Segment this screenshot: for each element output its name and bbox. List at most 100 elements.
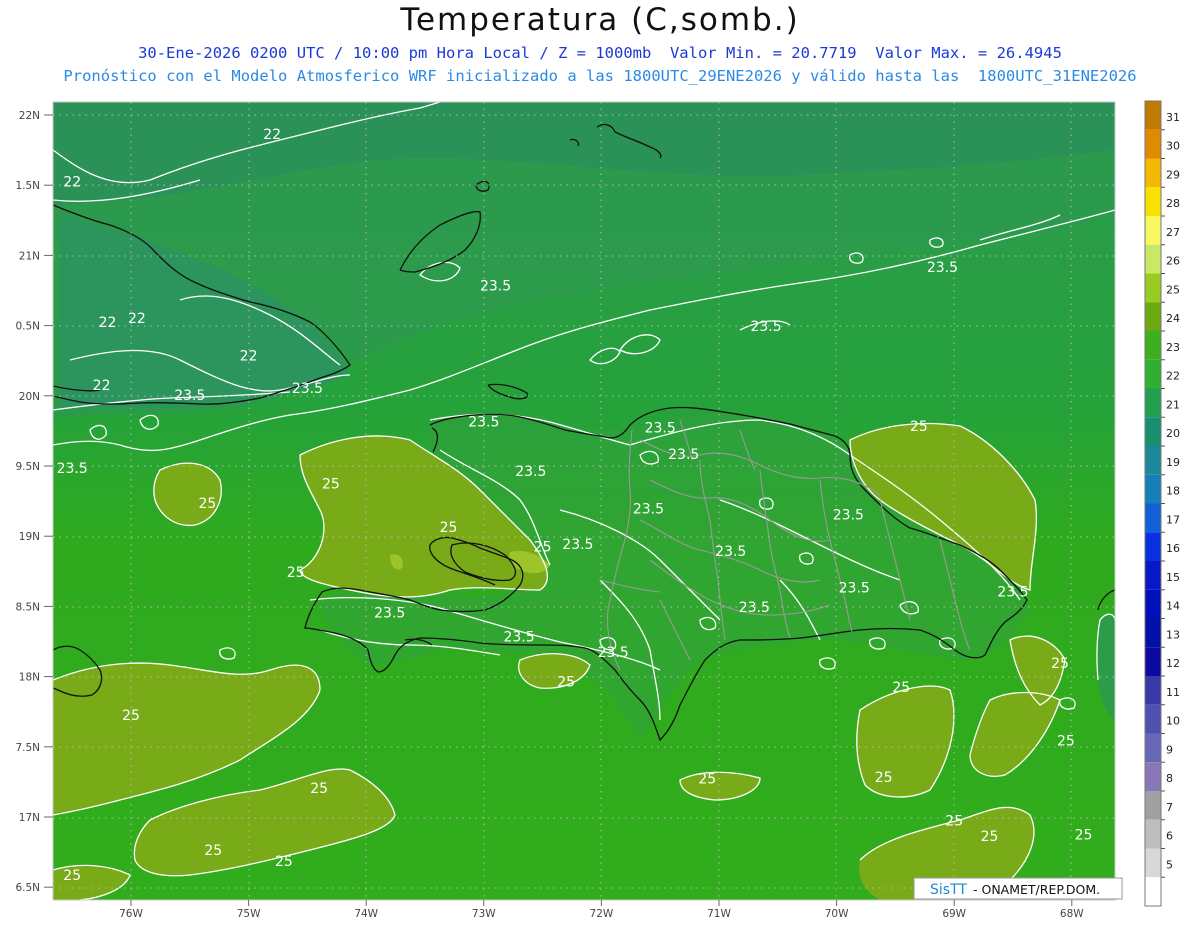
contour-label: 23.5 (503, 630, 534, 646)
colorbar-label: 11 (1166, 686, 1180, 699)
contour-label: 23.5 (57, 461, 88, 477)
lon-tick-label: 73W (472, 908, 496, 920)
contour-label: 23.5 (633, 502, 664, 518)
contour-label: 22 (128, 311, 146, 327)
colorbar-label: 21 (1166, 398, 1180, 411)
colorbar-swatch (1145, 733, 1161, 763)
colorbar-label: 20 (1166, 427, 1180, 440)
contour-label: 25 (910, 419, 928, 435)
contour-label: 25 (1075, 827, 1093, 843)
lat-tick-label: 20N (19, 391, 40, 403)
contour-label: 23.5 (668, 447, 699, 463)
latitude-axis: 22N 1.5N 21N 0.5N 20N 9.5N 19N 8.5N 18N 7.5N 17N 6.… (15, 110, 53, 894)
contour-label: 23.5 (562, 537, 593, 553)
contour-label: 23.5 (292, 381, 323, 397)
colorbar-swatch (1145, 561, 1161, 590)
contour-label: 23.5 (598, 645, 629, 661)
temperature-colorbar: 31 30 29 28 27 26 25 24 23 22 21 20 19 18 17 16 15 14 13 12… (1144, 100, 1180, 907)
colorbar-swatch (1145, 704, 1161, 734)
contour-label: 25 (287, 565, 305, 581)
colorbar-label: 13 (1166, 628, 1180, 641)
lat-tick-label: 9.5N (15, 461, 40, 473)
contour-label: 25 (440, 520, 458, 536)
contour-label: 25 (322, 476, 340, 492)
colorbar-label: 7 (1166, 801, 1173, 814)
colorbar-swatch (1145, 244, 1161, 274)
temperature-map: 22 22 22 22 22 22 23.5 23.5 23.5 23.5 23.5 23.5 23.5… (15, 100, 1180, 920)
colorbar-swatch (1145, 676, 1161, 705)
contour-label: 23.5 (174, 388, 205, 404)
colorbar-swatch (1145, 158, 1161, 188)
colorbar-swatch (1145, 589, 1161, 619)
contour-label: 23.5 (480, 279, 511, 295)
colorbar-label: 25 (1166, 283, 1180, 296)
contour-label: 23.5 (645, 420, 676, 436)
colorbar-swatch (1145, 302, 1161, 331)
credit-brand: SisTT (930, 882, 967, 898)
colorbar-swatch (1145, 216, 1161, 245)
contour-label: 25 (310, 781, 328, 797)
contour-label: 23.5 (374, 606, 405, 622)
credit-box: SisTT - ONAMET/REP.DOM. (913, 877, 1123, 900)
colorbar-label: 24 (1166, 312, 1180, 325)
colorbar-swatch (1145, 273, 1161, 303)
colorbar-label: 15 (1166, 571, 1180, 584)
colorbar-label: 10 (1166, 715, 1180, 728)
contour-label: 25 (534, 540, 552, 556)
credit-text: - ONAMET/REP.DOM. (973, 882, 1100, 897)
lat-tick-label: 7.5N (15, 742, 40, 754)
contour-label: 25 (199, 496, 217, 512)
colorbar-swatch (1145, 129, 1161, 159)
contour-label: 25 (122, 708, 140, 724)
contour-label: 25 (698, 771, 716, 787)
colorbar-swatch (1145, 618, 1161, 648)
colorbar-swatch (1145, 187, 1161, 216)
contour-label: 23.5 (839, 580, 870, 596)
colorbar-label: 18 (1166, 485, 1180, 498)
colorbar-label: 26 (1166, 255, 1180, 268)
contour-label: 25 (204, 843, 222, 859)
contour-label: 23.5 (927, 260, 958, 276)
colorbar-label: 12 (1166, 657, 1180, 670)
colorbar-swatch (1145, 474, 1161, 504)
lon-tick-label: 71W (707, 908, 731, 920)
colorbar-swatch (1145, 417, 1161, 446)
lat-tick-label: 0.5N (15, 321, 40, 333)
colorbar-label: 5 (1166, 858, 1173, 871)
colorbar-label: 19 (1166, 456, 1180, 469)
colorbar-label: 30 (1166, 140, 1180, 153)
lat-tick-label: 21N (19, 250, 40, 262)
colorbar-label: 6 (1166, 830, 1173, 843)
contour-label: 22 (93, 378, 111, 394)
contour-label: 23.5 (715, 544, 746, 560)
contour-label: 25 (557, 674, 575, 690)
colorbar-label: 23 (1166, 341, 1180, 354)
colorbar-label: 9 (1166, 743, 1173, 756)
colorbar-swatch (1145, 101, 1161, 130)
lat-tick-label: 17N (19, 812, 40, 824)
colorbar-label: 28 (1166, 197, 1180, 210)
contour-label: 25 (1051, 656, 1069, 672)
lat-tick-label: 18N (19, 672, 40, 684)
contour-label: 22 (99, 315, 117, 331)
contour-label: 23.5 (750, 319, 781, 335)
contour-label: 25 (1057, 733, 1075, 749)
colorbar-swatch (1145, 647, 1161, 676)
contour-label: 25 (892, 680, 910, 696)
contour-label: 22 (63, 175, 81, 191)
lon-tick-label: 70W (825, 908, 849, 920)
lon-tick-label: 76W (119, 908, 143, 920)
lon-tick-label: 75W (237, 908, 261, 920)
colorbar-swatch (1145, 359, 1161, 389)
contour-label: 23.5 (739, 600, 770, 616)
colorbar-swatch (1145, 446, 1161, 475)
lat-tick-label: 8.5N (15, 601, 40, 613)
colorbar-label: 31 (1166, 111, 1180, 124)
contour-label: 25 (875, 770, 893, 786)
colorbar-swatch (1145, 848, 1161, 878)
colorbar-label: 8 (1166, 772, 1173, 785)
colorbar-label: 27 (1166, 226, 1180, 239)
lon-tick-label: 69W (942, 908, 966, 920)
colorbar-swatch (1145, 877, 1161, 906)
lat-tick-label: 22N (19, 110, 40, 122)
